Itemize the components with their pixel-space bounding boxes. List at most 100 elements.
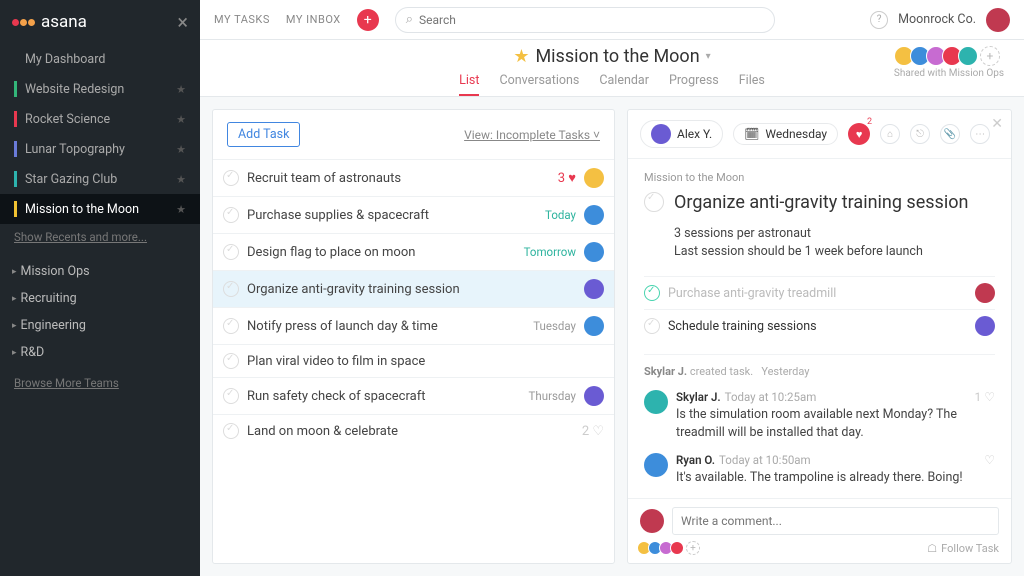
- show-recents-link[interactable]: Show Recents and more...: [0, 224, 200, 250]
- task-row[interactable]: Organize anti-gravity training session: [213, 270, 614, 307]
- add-task-button[interactable]: Add Task: [227, 122, 300, 147]
- project-tab[interactable]: Calendar: [599, 73, 649, 96]
- sidebar-collapse-button[interactable]: ×: [177, 10, 188, 34]
- sidebar-team-item[interactable]: ▸Recruiting: [0, 285, 200, 312]
- sidebar-header: asana ×: [0, 0, 200, 44]
- due-date-pill[interactable]: 🗓 Wednesday: [733, 123, 838, 145]
- view-selector[interactable]: View: Incomplete Tasks ˅: [464, 128, 600, 142]
- project-members: + Shared with Mission Ops: [894, 46, 1004, 79]
- sidebar: asana × My DashboardWebsite Redesign★Roc…: [0, 0, 200, 576]
- task-checkbox[interactable]: [223, 423, 239, 439]
- sidebar-project-item[interactable]: Lunar Topography★: [0, 134, 200, 164]
- subtask-checkbox[interactable]: [644, 318, 660, 334]
- tag-icon[interactable]: ⌂: [880, 124, 900, 144]
- chevron-down-icon[interactable]: ▾: [706, 51, 711, 62]
- global-add-button[interactable]: +: [357, 9, 379, 31]
- comment-like-button[interactable]: ♡: [984, 453, 995, 487]
- more-actions-button[interactable]: ⋯: [970, 124, 990, 144]
- task-row[interactable]: Land on moon & celebrate2 ♡: [213, 414, 614, 447]
- assignee-avatar: [584, 205, 604, 225]
- nav-my-tasks[interactable]: MY TASKS: [214, 13, 270, 26]
- comment-input[interactable]: [672, 507, 999, 535]
- add-follower-button[interactable]: +: [686, 541, 700, 555]
- star-icon[interactable]: ★: [513, 46, 529, 67]
- task-checkbox[interactable]: [223, 207, 239, 223]
- subtask-row[interactable]: Schedule training sessions: [644, 309, 995, 342]
- like-button[interactable]: ♥2: [848, 123, 870, 145]
- project-tab[interactable]: List: [459, 73, 479, 96]
- detail-footer: + ☖ Follow Task: [628, 498, 1011, 563]
- comment-user-avatar: [640, 509, 664, 533]
- add-member-button[interactable]: +: [980, 46, 1000, 66]
- workspace-name[interactable]: Moonrock Co.: [898, 12, 976, 27]
- task-checkbox[interactable]: [223, 170, 239, 186]
- browse-teams-link[interactable]: Browse More Teams: [0, 370, 200, 396]
- comment: Skylar J.Today at 10:25am Is the simulat…: [644, 390, 995, 441]
- logo-icon: [12, 19, 35, 26]
- main-area: MY TASKS MY INBOX + ⌕ ? Moonrock Co. ★ M…: [200, 0, 1024, 576]
- help-button[interactable]: ?: [870, 11, 888, 29]
- detail-breadcrumb[interactable]: Mission to the Moon: [644, 171, 995, 184]
- sidebar-project-item[interactable]: Rocket Science★: [0, 104, 200, 134]
- star-icon: ★: [176, 83, 186, 96]
- task-row[interactable]: Recruit team of astronauts3 ♥: [213, 159, 614, 196]
- bell-icon: ☖: [927, 542, 937, 555]
- member-avatar[interactable]: [958, 46, 978, 66]
- task-checkbox[interactable]: [223, 244, 239, 260]
- caret-right-icon: ▸: [12, 294, 17, 304]
- heart-count: 3 ♥: [558, 170, 576, 186]
- due-label: Thursday: [529, 389, 576, 403]
- task-checkbox[interactable]: [223, 281, 239, 297]
- task-checkbox[interactable]: [223, 388, 239, 404]
- task-detail-panel: Alex Y. 🗓 Wednesday ♥2 ⌂ ⎋ 📎 ⋯ ✕ Mission…: [627, 109, 1012, 564]
- close-detail-button[interactable]: ✕: [991, 116, 1003, 132]
- project-tab[interactable]: Conversations: [499, 73, 579, 96]
- task-checkbox[interactable]: [223, 318, 239, 334]
- task-row[interactable]: Notify press of launch day & timeTuesday: [213, 307, 614, 344]
- follow-task-button[interactable]: ☖ Follow Task: [927, 542, 999, 555]
- follower-avatar[interactable]: [670, 541, 684, 555]
- sidebar-project-item[interactable]: Star Gazing Club★: [0, 164, 200, 194]
- calendar-icon: 🗓: [744, 127, 759, 141]
- content-area: Add Task View: Incomplete Tasks ˅ Recrui…: [200, 97, 1024, 576]
- search-icon: ⌕: [406, 12, 413, 27]
- task-checkbox[interactable]: [223, 353, 239, 369]
- project-title: ★ Mission to the Moon ▾: [513, 46, 710, 67]
- detail-task-title[interactable]: Organize anti-gravity training session: [674, 192, 968, 215]
- subtask-icon[interactable]: ⎋: [910, 124, 930, 144]
- task-row[interactable]: Run safety check of spacecraftThursday: [213, 377, 614, 414]
- nav-my-inbox[interactable]: MY INBOX: [286, 13, 341, 26]
- assignee-avatar: [584, 242, 604, 262]
- sidebar-team-item[interactable]: ▸R&D: [0, 339, 200, 366]
- assignee-avatar: [651, 124, 671, 144]
- complete-task-checkbox[interactable]: [644, 192, 664, 212]
- project-tab[interactable]: Progress: [669, 73, 719, 96]
- star-icon: ★: [176, 203, 186, 216]
- project-tabs: List Conversations Calendar Progress Files: [220, 73, 1004, 96]
- search-input[interactable]: [419, 13, 764, 27]
- star-icon: ★: [176, 113, 186, 126]
- sidebar-team-item[interactable]: ▸Mission Ops: [0, 258, 200, 285]
- comment-like-button[interactable]: 1 ♡: [975, 390, 995, 441]
- subtask-row[interactable]: Purchase anti-gravity treadmill: [644, 276, 995, 309]
- sidebar-project-item[interactable]: Website Redesign★: [0, 74, 200, 104]
- star-icon: ★: [176, 143, 186, 156]
- caret-right-icon: ▸: [12, 348, 17, 358]
- search-box[interactable]: ⌕: [395, 7, 775, 33]
- assignee-pill[interactable]: Alex Y.: [640, 120, 723, 148]
- task-row[interactable]: Plan viral video to film in space: [213, 344, 614, 377]
- brand-logo: asana: [12, 12, 87, 32]
- task-row[interactable]: Purchase supplies & spacecraftToday: [213, 196, 614, 233]
- subtask-assignee-avatar: [975, 283, 995, 303]
- current-user-avatar[interactable]: [986, 8, 1010, 32]
- subtask-checkbox[interactable]: [644, 285, 660, 301]
- sidebar-project-item[interactable]: Mission to the Moon★: [0, 194, 200, 224]
- attachment-icon[interactable]: 📎: [940, 124, 960, 144]
- sidebar-team-item[interactable]: ▸Engineering: [0, 312, 200, 339]
- task-history: Skylar J. created task. Yesterday: [644, 354, 995, 378]
- assignee-avatar: [584, 279, 604, 299]
- task-description[interactable]: 3 sessions per astronaut Last session sh…: [674, 225, 995, 263]
- project-tab[interactable]: Files: [739, 73, 765, 96]
- sidebar-project-item[interactable]: My Dashboard: [0, 44, 200, 74]
- task-row[interactable]: Design flag to place on moonTomorrow: [213, 233, 614, 270]
